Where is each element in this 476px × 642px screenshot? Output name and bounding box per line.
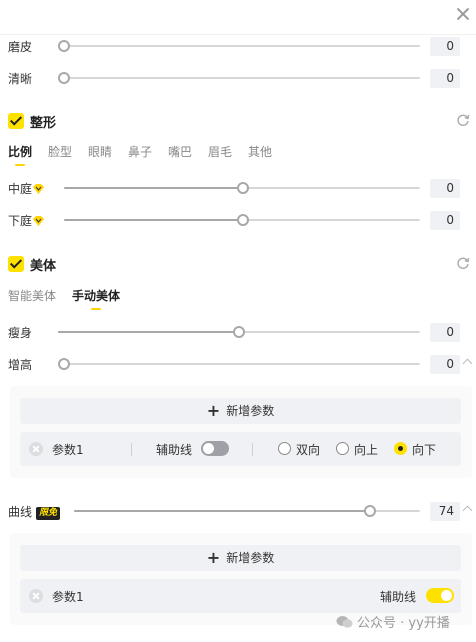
- value-box[interactable]: 0: [430, 69, 460, 88]
- wechat-icon: [336, 616, 353, 628]
- section-reshape: 整形: [0, 110, 476, 132]
- slider-label: 清晰: [8, 72, 33, 86]
- slider-row-slim: 瘦身 0: [0, 320, 476, 344]
- vip-icon: [33, 216, 45, 226]
- slider-handle[interactable]: [58, 72, 70, 84]
- slider-row-smooth: 磨皮 0: [0, 34, 476, 58]
- free-badge: 限免: [36, 507, 61, 520]
- value-box[interactable]: 0: [430, 211, 460, 230]
- param-name: 参数1: [52, 443, 84, 457]
- tab-nose[interactable]: 鼻子: [128, 143, 152, 160]
- add-param-button[interactable]: + 新增参数: [20, 545, 461, 571]
- tab-brows[interactable]: 眉毛: [208, 143, 232, 160]
- slider-row-height: 增高 0: [0, 352, 476, 376]
- param-row: 参数1 辅助线: [20, 579, 461, 613]
- slider-fill: [64, 187, 243, 189]
- section-title: 美体: [30, 259, 57, 274]
- tab-mouth[interactable]: 嘴巴: [168, 143, 192, 160]
- remove-param-icon[interactable]: [29, 442, 43, 456]
- tab-eyes[interactable]: 眼睛: [88, 143, 112, 160]
- radio-label: 双向: [296, 443, 321, 457]
- slider-handle[interactable]: [237, 182, 249, 194]
- slider-label: 曲线 限免: [8, 503, 61, 520]
- param-name: 参数1: [52, 590, 84, 604]
- reset-icon[interactable]: [456, 256, 470, 270]
- slider-label: 中庭: [8, 180, 45, 197]
- value-box[interactable]: 74: [430, 502, 460, 521]
- slider-label: 瘦身: [8, 326, 33, 340]
- slider-handle[interactable]: [58, 40, 70, 52]
- collapse-icon[interactable]: [462, 358, 473, 369]
- section-title: 整形: [30, 116, 57, 131]
- guide-line-toggle[interactable]: [201, 441, 229, 456]
- section-body: 美体: [0, 253, 476, 275]
- radio-label: 向下: [412, 443, 437, 457]
- slider-track[interactable]: [58, 326, 420, 338]
- slider-track[interactable]: [58, 40, 420, 52]
- slider-row-midcourt: 中庭 0: [0, 176, 476, 200]
- slider-fill: [74, 510, 370, 512]
- slider-row-lowercourt: 下庭 0: [0, 208, 476, 232]
- slider-handle[interactable]: [233, 326, 245, 338]
- radio-label: 向上: [354, 443, 379, 457]
- divider: [252, 443, 253, 456]
- slider-track[interactable]: [74, 505, 420, 517]
- slider-label: 下庭: [8, 212, 45, 229]
- add-param-button[interactable]: + 新增参数: [20, 398, 461, 424]
- slider-handle[interactable]: [364, 505, 376, 517]
- radio-both[interactable]: [278, 442, 291, 455]
- guide-line-toggle[interactable]: [426, 588, 454, 603]
- value-box[interactable]: 0: [430, 355, 460, 374]
- add-param-label: 新增参数: [226, 551, 275, 565]
- slider-handle[interactable]: [58, 358, 70, 370]
- value-box[interactable]: 0: [430, 37, 460, 56]
- tab-face[interactable]: 脸型: [48, 143, 72, 160]
- guide-line-label: 辅助线: [380, 590, 417, 604]
- param-panel: + 新增参数 参数1 辅助线 双向 向上 向下: [10, 386, 472, 478]
- slider-track[interactable]: [58, 358, 420, 370]
- slider-track[interactable]: [64, 182, 420, 194]
- plus-icon: +: [206, 401, 221, 420]
- add-param-label: 新增参数: [226, 404, 275, 418]
- slider-label: 磨皮: [8, 40, 33, 54]
- body-tabs: 智能美体 手动美体: [0, 285, 476, 310]
- plus-icon: +: [206, 548, 221, 567]
- guide-line-label: 辅助线: [156, 443, 193, 457]
- radio-up[interactable]: [336, 442, 349, 455]
- value-box[interactable]: 0: [430, 179, 460, 198]
- remove-param-icon[interactable]: [29, 589, 43, 603]
- reshape-checkbox[interactable]: [8, 113, 24, 129]
- vip-icon: [33, 184, 45, 194]
- collapse-icon[interactable]: [462, 505, 473, 516]
- value-box[interactable]: 0: [430, 323, 460, 342]
- slider-fill: [58, 331, 239, 333]
- slider-handle[interactable]: [237, 214, 249, 226]
- body-checkbox[interactable]: [8, 256, 24, 272]
- param-row: 参数1 辅助线 双向 向上 向下: [20, 432, 461, 466]
- slider-label: 增高: [8, 358, 33, 372]
- tab-manual-body[interactable]: 手动美体: [72, 287, 120, 310]
- slider-track[interactable]: [64, 214, 420, 226]
- close-icon[interactable]: [454, 5, 472, 23]
- radio-down[interactable]: [394, 442, 407, 455]
- divider: [131, 443, 132, 456]
- slider-fill: [64, 219, 243, 221]
- tab-ratio[interactable]: 比例: [8, 143, 32, 166]
- tab-other[interactable]: 其他: [248, 143, 272, 160]
- slider-row-clarity: 清晰 0: [0, 66, 476, 90]
- slider-track[interactable]: [58, 72, 420, 84]
- slider-row-curve: 曲线 限免 74: [0, 499, 476, 523]
- watermark: 公众号 · yy开播: [336, 612, 450, 631]
- reshape-tabs: 比例 脸型 眼睛 鼻子 嘴巴 眉毛 其他: [0, 141, 476, 166]
- reset-icon[interactable]: [456, 113, 470, 127]
- tab-smart-body[interactable]: 智能美体: [8, 287, 56, 304]
